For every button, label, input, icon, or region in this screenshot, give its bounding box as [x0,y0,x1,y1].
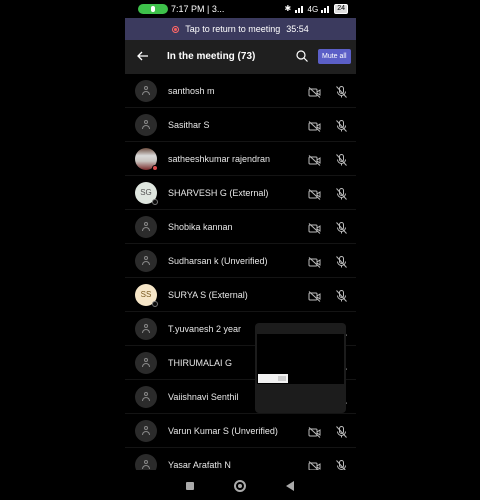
participant-row[interactable]: Varun Kumar S (Unverified) [125,414,356,448]
person-icon [142,392,150,401]
avatar [135,317,157,340]
participant-name: satheeshkumar rajendran [168,153,271,164]
person-icon [142,222,150,231]
avatar: SG [135,181,158,205]
camera-off-icon [308,85,321,98]
bluetooth-icon: ✱ [284,4,292,13]
participant-name: T.yuvanesh 2 year [168,323,242,334]
recording-dot-icon [172,25,180,33]
page-title: In the meeting (73) [167,51,256,62]
avatar [135,215,157,238]
mic-muted-icon[interactable] [336,255,347,268]
participant-row[interactable]: Sudharsan k (Unverified) [125,244,356,278]
home-button[interactable] [234,480,246,492]
mute-all-button[interactable]: Mute all [318,49,351,64]
participant-row[interactable]: santhosh m [125,74,356,108]
call-indicator-pill[interactable] [138,4,168,14]
battery-level: 24 [334,4,348,14]
avatar [135,385,157,408]
participant-name: SURYA S (External) [168,289,248,300]
person-icon [142,324,150,333]
person-icon [142,256,150,265]
presence-badge [152,164,158,171]
camera-off-icon [308,289,321,302]
participant-row[interactable]: Shobika kannan [125,210,356,244]
mic-active-icon [151,6,155,12]
avatar-initials: SS [140,290,152,299]
avatar: SS [135,283,158,307]
network-type: 4G [307,4,319,14]
participant-list: santhosh m Sasithar S satheeshkumar rajend… [125,74,356,482]
participant-row[interactable]: Sasithar S [125,108,356,142]
status-icons: ✱ 4G 24 [285,4,348,14]
person-icon [142,120,150,129]
camera-off-icon [308,119,321,132]
search-icon[interactable] [295,49,309,63]
avatar [135,249,157,272]
signal-icon-2 [321,5,331,13]
participants-header: In the meeting (73) Mute all [125,40,356,74]
participant-row[interactable]: SS SURYA S (External) [125,278,356,312]
mic-muted-icon[interactable] [336,425,347,438]
avatar [135,79,157,102]
participant-name: SHARVESH G (External) [168,187,269,198]
participant-name: THIRUMALAI G [168,357,233,368]
participant-row[interactable]: SG SHARVESH G (External) [125,176,356,210]
person-icon [142,86,150,95]
back-button[interactable] [286,481,294,491]
recents-button[interactable] [186,482,194,490]
participant-name: Shobika kannan [168,221,233,232]
mic-muted-icon[interactable] [336,289,347,302]
participant-name: Yasar Arafath N [168,459,231,470]
camera-off-icon [308,187,321,200]
participant-row[interactable]: satheeshkumar rajendran [125,142,356,176]
person-icon [142,358,150,367]
avatar-initials: SG [140,188,152,197]
banner-label: Tap to return to meeting [185,24,281,34]
mic-muted-icon[interactable] [336,187,347,200]
status-time: 7:17 PM | 3... [171,4,225,14]
avatar [135,113,157,136]
camera-off-icon [308,221,321,234]
camera-off-icon [308,153,321,166]
banner-timer: 35:54 [286,24,309,34]
person-icon [142,426,150,435]
signal-icon [294,5,305,13]
system-nav-bar [125,470,356,500]
mic-muted-icon[interactable] [336,153,347,166]
avatar [135,351,157,374]
avatar [135,419,157,442]
participant-name: Varun Kumar S (Unverified) [168,425,278,436]
return-to-meeting-banner[interactable]: Tap to return to meeting 35:54 [125,18,356,40]
mic-muted-icon[interactable] [336,221,347,234]
meeting-preview-window[interactable] [255,323,346,413]
status-bar: 7:17 PM | 3... ✱ 4G 24 [125,0,356,18]
participant-name: Sudharsan k (Unverified) [168,255,268,266]
person-icon [142,460,150,469]
avatar [135,147,158,171]
mic-muted-icon[interactable] [336,85,347,98]
participant-name: Sasithar S [168,119,210,130]
mic-muted-icon[interactable] [336,119,347,132]
presence-badge [152,198,158,205]
camera-off-icon [308,459,321,472]
presence-badge [152,300,158,307]
camera-off-icon [308,255,321,268]
back-arrow-icon[interactable] [135,48,151,64]
preview-thumbnail [258,374,288,383]
phone-screen: 7:17 PM | 3... ✱ 4G 24 Tap to return to … [125,0,356,500]
participant-name: santhosh m [168,85,215,96]
mic-muted-icon[interactable] [336,459,347,472]
participant-name: Vaiishnavi Senthil [168,391,239,402]
camera-off-icon [308,425,321,438]
